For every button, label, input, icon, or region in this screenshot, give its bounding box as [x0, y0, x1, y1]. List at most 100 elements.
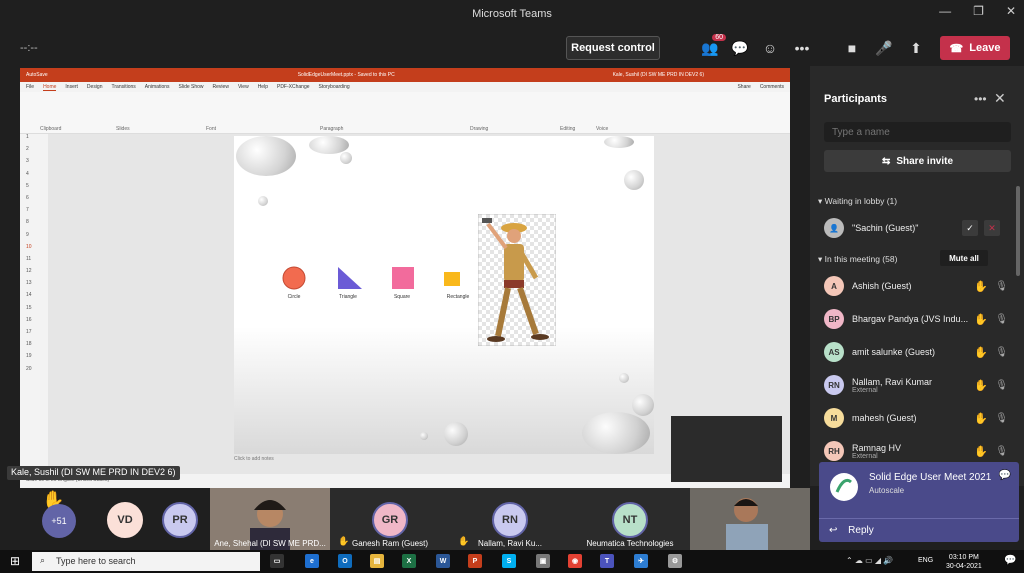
notes-placeholder[interactable]: Click to add notes: [234, 456, 274, 462]
panel-scrollbar[interactable]: [1016, 186, 1020, 276]
reply-button[interactable]: ↩ Reply: [819, 518, 1019, 542]
video-tile[interactable]: PR: [150, 488, 210, 550]
participants-icon[interactable]: 👥 60: [700, 34, 726, 58]
mute-all-button[interactable]: Mute all: [940, 250, 988, 266]
video-tile[interactable]: VD: [92, 488, 158, 550]
slide-thumbnail[interactable]: 1: [20, 134, 48, 146]
ppt-tab[interactable]: Storyboarding: [319, 84, 350, 90]
word-icon[interactable]: W: [436, 554, 450, 568]
app-icon[interactable]: ⚙: [668, 554, 682, 568]
chat-icon[interactable]: 💬: [730, 38, 750, 58]
slide-thumbnail[interactable]: 19: [20, 353, 48, 365]
mic-off-icon[interactable]: 🎙: [995, 446, 1008, 457]
leave-button[interactable]: ☎ Leave: [940, 36, 1010, 60]
slide-thumbnail[interactable]: 15: [20, 305, 48, 317]
taskbar-search[interactable]: ⌕ Type here to search: [32, 552, 260, 571]
taskbar-clock[interactable]: 03:10 PM 30-04-2021: [946, 553, 982, 571]
ppt-tab[interactable]: View: [238, 84, 249, 90]
mic-off-icon[interactable]: 🎙: [995, 413, 1008, 424]
slide-thumbnail[interactable]: 13: [20, 280, 48, 292]
ppt-share-button[interactable]: Share: [737, 84, 750, 90]
participant-row[interactable]: AS amit salunke (Guest) ✋ 🎙: [824, 340, 1014, 364]
close-panel-icon[interactable]: ✕: [994, 90, 1006, 107]
slide-thumbnail[interactable]: 5: [20, 183, 48, 195]
chrome-icon[interactable]: ◉: [568, 554, 582, 568]
reactions-icon[interactable]: ☺: [760, 38, 780, 58]
participant-row[interactable]: M mahesh (Guest) ✋ 🎙: [824, 406, 1014, 430]
camera-icon[interactable]: ■: [842, 38, 862, 58]
file-explorer-icon[interactable]: ▤: [370, 554, 384, 568]
triangle-shape[interactable]: [338, 267, 362, 289]
teams-icon[interactable]: T: [600, 554, 614, 568]
in-meeting-header[interactable]: ▾ In this meeting (58): [818, 254, 897, 265]
video-tile[interactable]: RN ✋ Nallam, Ravi Ku...: [450, 488, 570, 550]
slide-thumbnail[interactable]: 4: [20, 171, 48, 183]
ppt-comments-button[interactable]: Comments: [760, 84, 784, 90]
slide-thumbnail[interactable]: 20: [20, 366, 48, 378]
ppt-tab[interactable]: Slide Show: [179, 84, 204, 90]
mic-off-icon[interactable]: 🎙: [995, 314, 1008, 325]
more-icon[interactable]: •••: [974, 92, 987, 106]
mic-off-icon[interactable]: 🎙: [995, 347, 1008, 358]
slide-thumbnail[interactable]: 6: [20, 195, 48, 207]
slide-thumbnail[interactable]: 11: [20, 256, 48, 268]
ppt-tab[interactable]: Insert: [65, 84, 78, 90]
ppt-tab[interactable]: Animations: [145, 84, 170, 90]
ppt-tab[interactable]: File: [26, 84, 34, 90]
ppt-tab[interactable]: PDF-XChange: [277, 84, 310, 90]
rectangle-shape[interactable]: [444, 272, 460, 286]
ppt-tab[interactable]: Transitions: [112, 84, 136, 90]
slide-thumbnail[interactable]: 14: [20, 292, 48, 304]
deny-x-icon[interactable]: ✕: [984, 220, 1000, 236]
video-tile[interactable]: GR ✋ Ganesh Ram (Guest): [330, 488, 450, 550]
slide-thumbnail[interactable]: 7: [20, 207, 48, 219]
task-view-icon[interactable]: ▭: [270, 554, 284, 568]
share-invite-button[interactable]: ⇆ Share invite: [824, 150, 1011, 172]
waiting-lobby-header[interactable]: ▾ Waiting in lobby (1): [818, 196, 897, 207]
app-icon[interactable]: ▣: [536, 554, 550, 568]
outlook-icon[interactable]: O: [338, 554, 352, 568]
app-icon[interactable]: ✈: [634, 554, 648, 568]
skype-icon[interactable]: S: [502, 554, 516, 568]
participant-row[interactable]: A Ashish (Guest) ✋ 🎙: [824, 274, 1014, 298]
video-tile[interactable]: [690, 488, 810, 550]
slide-thumbnail[interactable]: 10: [20, 244, 48, 256]
participant-row[interactable]: BP Bhargav Pandya (JVS Indu... ✋ 🎙: [824, 307, 1014, 331]
video-tile[interactable]: NT Neumatica Technologies: [570, 488, 690, 550]
excel-icon[interactable]: X: [402, 554, 416, 568]
participant-row[interactable]: RN Nallam, Ravi Kumar External ✋ 🎙: [824, 373, 1014, 397]
windows-start-icon[interactable]: ⊞: [10, 554, 20, 568]
notification-center-icon[interactable]: 💬: [1004, 555, 1016, 566]
ppt-tab[interactable]: Review: [213, 84, 229, 90]
slide-thumbnail[interactable]: 17: [20, 329, 48, 341]
mic-off-icon[interactable]: 🎙: [995, 281, 1008, 292]
minimize-icon[interactable]: —: [939, 4, 951, 18]
character-image[interactable]: [478, 214, 556, 346]
raised-hands-count[interactable]: +51: [42, 504, 76, 538]
powerpoint-icon[interactable]: P: [468, 554, 482, 568]
slide-thumbnail[interactable]: 3: [20, 158, 48, 170]
slide-thumbnail[interactable]: 12: [20, 268, 48, 280]
circle-shape[interactable]: [282, 266, 306, 290]
ppt-tab[interactable]: Design: [87, 84, 103, 90]
admit-check-icon[interactable]: ✓: [962, 220, 978, 236]
system-tray-icons[interactable]: ⌃ ☁ ▭ ◢ 🔊: [846, 556, 893, 565]
more-options-icon[interactable]: •••: [792, 38, 812, 58]
edge-icon[interactable]: e: [305, 554, 319, 568]
microphone-icon[interactable]: 🎤: [874, 38, 894, 58]
chat-notification[interactable]: Solid Edge User Meet 2021 Autoscale 💬 ↩ …: [819, 462, 1019, 542]
slide-thumbnail[interactable]: 16: [20, 317, 48, 329]
slide-thumbnail[interactable]: 18: [20, 341, 48, 353]
slide-thumbnail[interactable]: 8: [20, 219, 48, 231]
participant-row[interactable]: RH Ramnag HV External ✋ 🎙: [824, 439, 1014, 463]
square-shape[interactable]: [392, 267, 414, 289]
ppt-tab[interactable]: Help: [258, 84, 268, 90]
request-control-button[interactable]: Request control: [566, 36, 660, 60]
participant-search-input[interactable]: [824, 122, 1011, 142]
ppt-tab-home[interactable]: Home: [43, 84, 57, 91]
video-tile[interactable]: Ane, Shehal (DI SW ME PRD...: [210, 488, 330, 550]
language-indicator[interactable]: ENG: [918, 557, 933, 564]
close-icon[interactable]: ✕: [1006, 4, 1016, 18]
slide-thumbnail[interactable]: 9: [20, 232, 48, 244]
slide-thumbnail[interactable]: 2: [20, 146, 48, 158]
